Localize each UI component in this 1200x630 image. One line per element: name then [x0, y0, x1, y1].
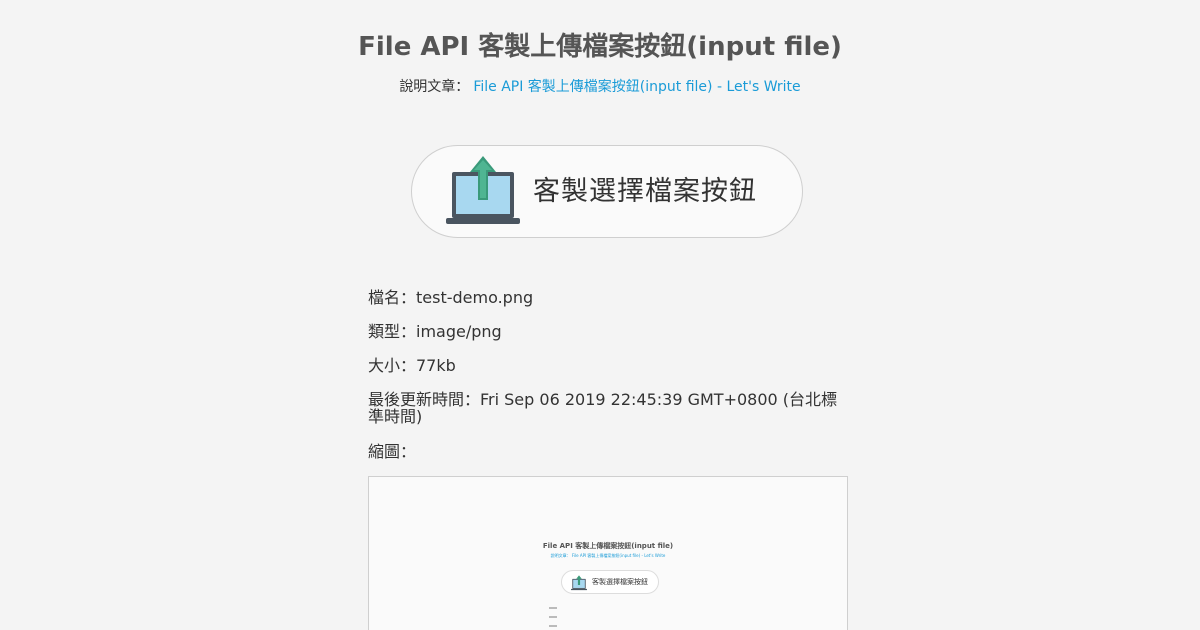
page: File API 客製上傳檔案按鈕(input file) 說明文章： File …: [0, 0, 1200, 630]
thumbnail-upload-button: 客製選擇檔案按鈕: [561, 570, 659, 594]
file-type: 類型：image/png: [368, 322, 502, 341]
laptop-upload-icon: [446, 156, 520, 224]
page-title: File API 客製上傳檔案按鈕(input file): [358, 32, 842, 62]
thumbnail-label: 縮圖：: [368, 442, 417, 461]
upload-button-label: 客製選擇檔案按鈕: [533, 176, 757, 207]
custom-upload-button[interactable]: 客製選擇檔案按鈕: [411, 145, 803, 238]
file-modified: 最後更新時間：Fri Sep 06 2019 22:45:39 GMT+0800…: [368, 390, 838, 426]
article-link[interactable]: File API 客製上傳檔案按鈕(input file) - Let's Wr…: [473, 79, 800, 95]
article-prefix: 說明文章：: [399, 79, 470, 95]
thumbnail-laptop-icon: [571, 575, 587, 591]
file-size: 大小：77kb: [368, 356, 456, 375]
thumbnail-text-line: [549, 625, 557, 627]
article-line: 說明文章： File API 客製上傳檔案按鈕(input file) - Let…: [0, 76, 1200, 98]
thumbnail-subtitle: 說明文章： File API 客製上傳檔案按鈕(input file) - Le…: [550, 553, 666, 558]
thumbnail-button-label: 客製選擇檔案按鈕: [592, 578, 648, 586]
file-name: 檔名：test-demo.png: [368, 288, 534, 307]
thumbnail-text-line: [549, 607, 557, 609]
thumbnail-preview: File API 客製上傳檔案按鈕(input file) 說明文章： File…: [368, 476, 848, 630]
thumbnail-title: File API 客製上傳檔案按鈕(input file): [542, 542, 674, 550]
thumbnail-text-line: [549, 616, 557, 618]
